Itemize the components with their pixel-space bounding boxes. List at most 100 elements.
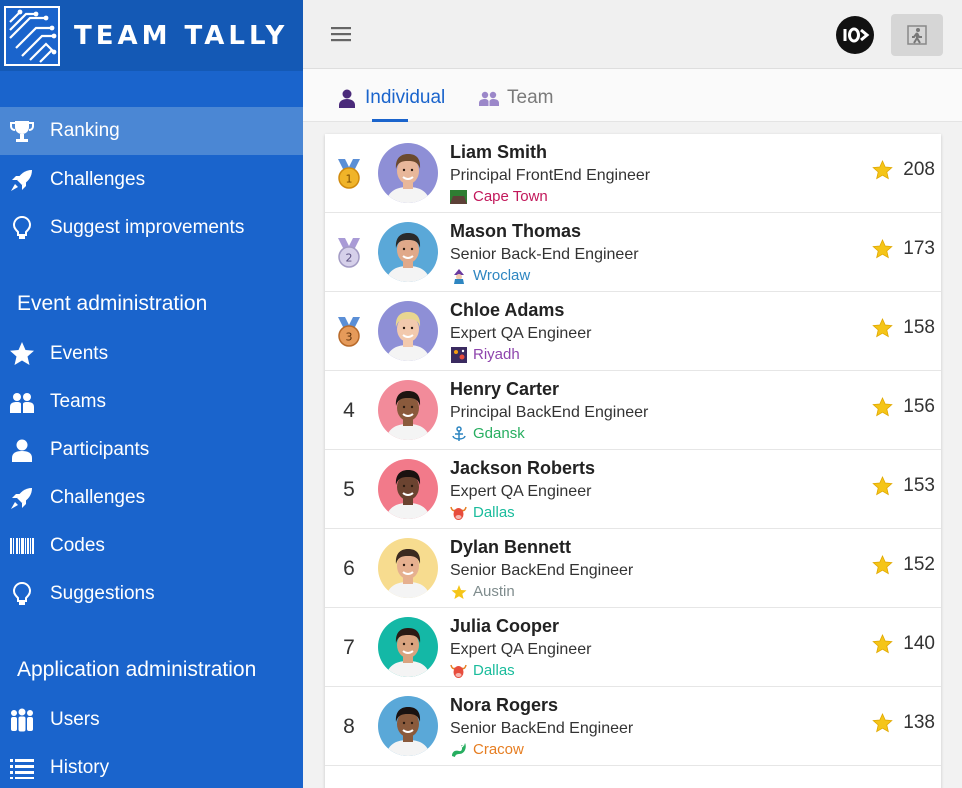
score-value: 208 (903, 159, 935, 180)
section-title-event-administration: Event administration (17, 292, 208, 315)
participant-location: Cracow (450, 741, 524, 758)
location-label: Austin (473, 583, 515, 600)
sidebar-item-users[interactable]: Users (0, 696, 303, 744)
ranking-row[interactable]: 7 Julia Cooper Expert QA Engineer Dallas 14… (325, 608, 941, 687)
participant-name: Dylan Bennett (450, 537, 572, 557)
score-value: 158 (903, 317, 935, 338)
table-mountain-icon (450, 189, 467, 204)
sidebar-item-challenges[interactable]: Challenges (0, 156, 303, 204)
ranking-list: 1 Liam Smith Principal FrontEnd Engineer C… (325, 134, 941, 788)
score-value: 173 (903, 238, 935, 259)
sidebar-item-history[interactable]: History (0, 744, 303, 788)
sidebar-item-suggestions[interactable]: Suggestions (0, 570, 303, 618)
sidebar-item-label: Challenges (50, 487, 146, 508)
star-icon (8, 340, 36, 368)
tab-individual[interactable]: Individual (337, 87, 445, 109)
rocket-icon (8, 166, 36, 194)
avatar (378, 380, 438, 440)
bull-icon (450, 505, 467, 520)
group-icon (479, 89, 499, 107)
sidebar-item-label: Events (50, 343, 109, 364)
star-icon (872, 555, 894, 575)
participant-name: Mason Thomas (450, 221, 582, 241)
sidebar-item-events[interactable]: Events (0, 330, 303, 378)
score: 138 (872, 712, 935, 734)
svg-text:2: 2 (346, 252, 353, 265)
participant-role: Senior BackEnd Engineer (450, 720, 634, 737)
location-label: Cracow (473, 741, 524, 758)
participant-name: Henry Carter (450, 379, 560, 399)
sidebar-item-label: Suggestions (50, 583, 155, 604)
ranking-row[interactable]: 4 Henry Carter Principal BackEnd Engineer… (325, 371, 941, 450)
rocket-icon (8, 484, 36, 512)
svg-text:1: 1 (346, 173, 353, 186)
star-icon (872, 397, 894, 417)
tab-label: Team (507, 87, 554, 108)
participant-location: Gdansk (450, 425, 525, 442)
ranking-row[interactable]: 8 Nora Rogers Senior BackEnd Engineer Crac… (325, 687, 941, 766)
participant-name: Jackson Roberts (450, 458, 596, 478)
participant-name: Julia Cooper (450, 616, 560, 636)
avatar (378, 222, 438, 282)
user-icon (8, 436, 36, 464)
fireworks-icon (450, 346, 467, 363)
score: 152 (872, 554, 935, 576)
logout-button[interactable] (891, 14, 943, 56)
sidebar-item-participants[interactable]: Participants (0, 426, 303, 474)
participant-name: Nora Rogers (450, 695, 559, 715)
score-value: 140 (903, 633, 935, 654)
dwarf-icon (450, 268, 467, 284)
sidebar-item-ranking[interactable]: Ranking (0, 107, 303, 155)
active-tab-indicator (372, 119, 408, 122)
bronze-medal-icon: 3 (333, 314, 365, 350)
ranking-row[interactable]: 6 Dylan Bennett Senior BackEnd Engineer Au… (325, 529, 941, 608)
hamburger-icon[interactable] (329, 22, 353, 46)
location-label: Cape Town (473, 188, 548, 205)
participant-location: Austin (450, 583, 515, 600)
participant-location: Wroclaw (450, 267, 530, 284)
brand-name: TEAM TALLY (74, 20, 289, 51)
avatar (378, 538, 438, 598)
location-label: Riyadh (473, 346, 520, 363)
top-bar (303, 0, 962, 69)
ranking-row[interactable]: 2 Mason Thomas Senior Back-End Engineer Wr… (325, 213, 941, 292)
star-icon (872, 476, 894, 496)
ranking-row[interactable]: 3 Chloe Adams Expert QA Engineer Riyadh 158 (325, 292, 941, 371)
tab-label: Individual (365, 87, 446, 108)
svg-text:3: 3 (346, 331, 353, 344)
star-loc-icon (450, 584, 467, 599)
sidebar-item-admin-challenges[interactable]: Challenges (0, 474, 303, 522)
participant-name: Chloe Adams (450, 300, 565, 320)
participant-name: Liam Smith (450, 142, 548, 162)
users-icon (8, 706, 36, 734)
star-icon (872, 634, 894, 654)
rank-number: 6 (343, 557, 355, 580)
participant-role: Principal FrontEnd Engineer (450, 167, 651, 184)
sidebar-item-teams[interactable]: Teams (0, 378, 303, 426)
tab-team[interactable]: Team (479, 87, 553, 109)
list-icon (8, 754, 36, 782)
ranking-row[interactable]: 1 Liam Smith Principal FrontEnd Engineer C… (325, 134, 941, 213)
brand-circle-icon[interactable] (836, 16, 874, 54)
brand-logo[interactable] (4, 5, 60, 66)
score: 173 (872, 238, 935, 260)
avatar (378, 459, 438, 519)
sidebar-item-suggest-improvements[interactable]: Suggest improvements (0, 204, 303, 252)
sidebar-item-label: Ranking (50, 120, 120, 141)
person-icon (337, 88, 357, 108)
location-label: Dallas (473, 662, 515, 679)
score: 153 (872, 475, 935, 497)
participant-role: Expert QA Engineer (450, 483, 592, 500)
participant-role: Senior Back-End Engineer (450, 246, 639, 263)
score-value: 156 (903, 396, 935, 417)
avatar (378, 696, 438, 756)
sidebar-item-label: Suggest improvements (50, 217, 245, 238)
rank-number: 8 (343, 715, 355, 738)
participant-role: Principal BackEnd Engineer (450, 404, 649, 421)
ranking-row[interactable]: 5 Jackson Roberts Expert QA Engineer Dalla… (325, 450, 941, 529)
location-label: Dallas (473, 504, 515, 521)
score: 156 (872, 396, 935, 418)
team-icon (8, 388, 36, 416)
sidebar-item-codes[interactable]: Codes (0, 522, 303, 570)
rank-number: 5 (343, 478, 355, 501)
